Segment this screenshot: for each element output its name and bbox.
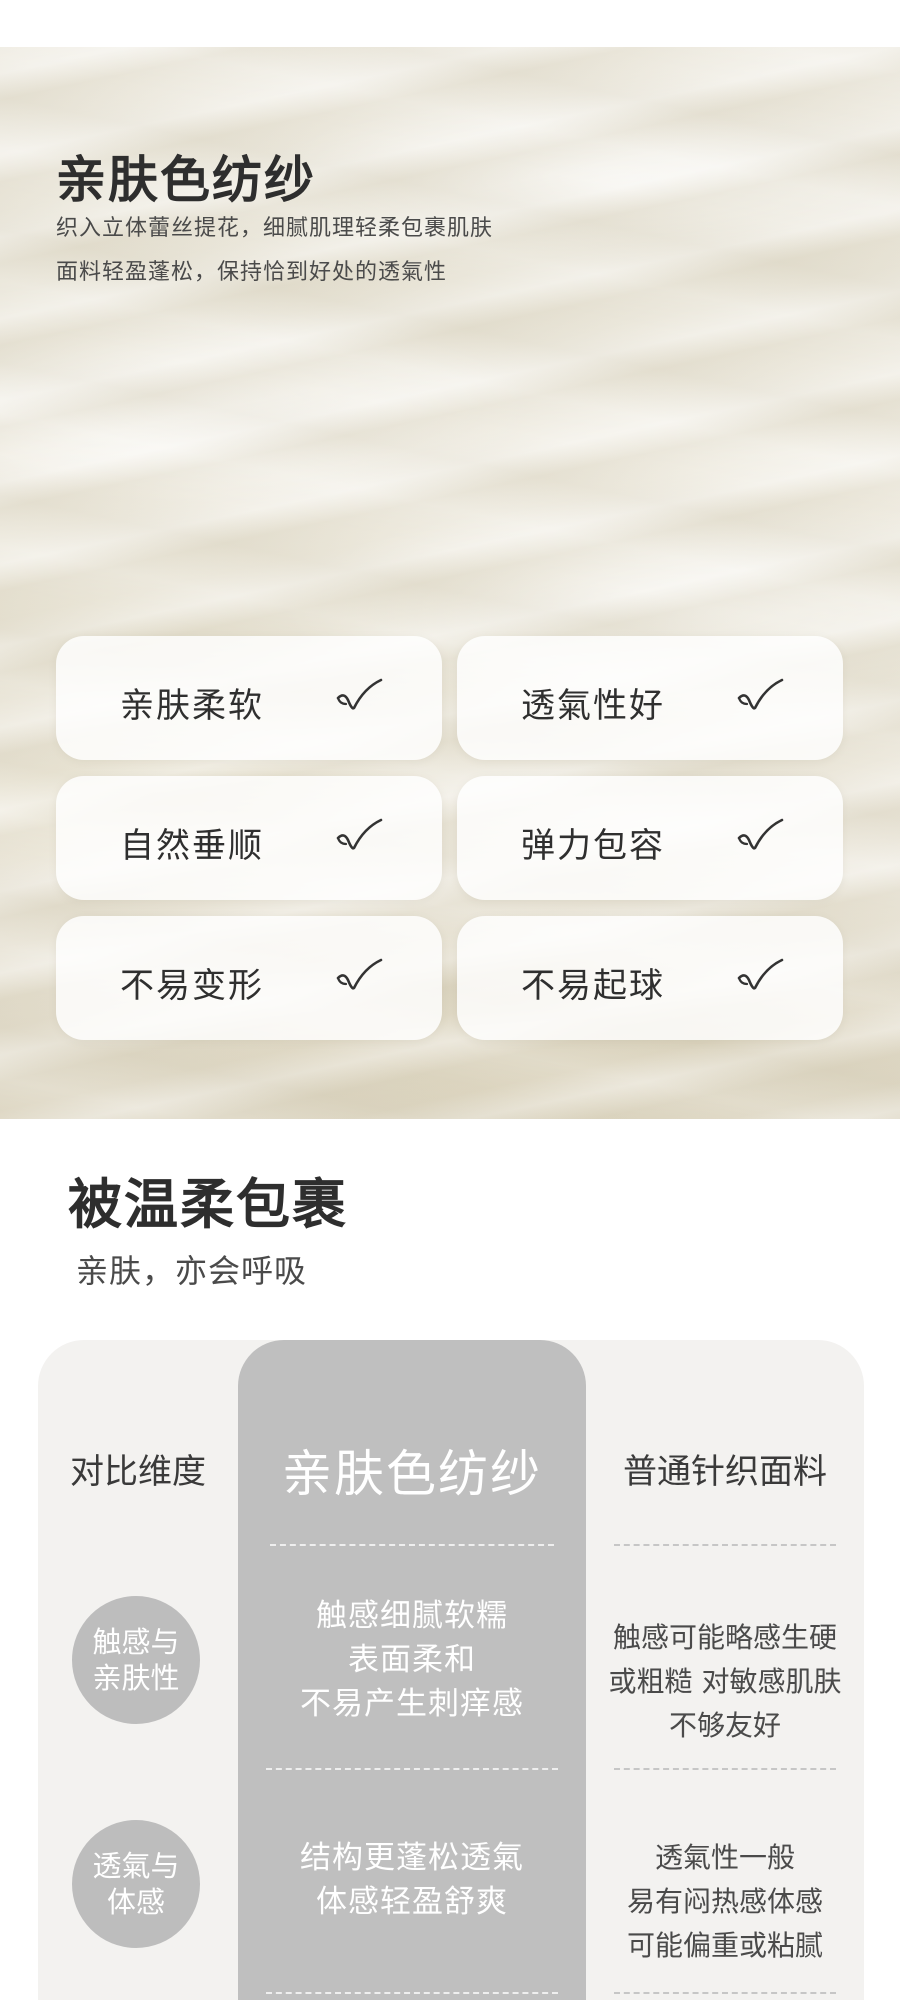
feature-label: 不易起球 <box>521 966 665 1006</box>
feature-card-elastic: 弹力包容 <box>457 776 843 900</box>
hero-description-line-2: 面料轻盈蓬松，保持恰到好处的透氣性 <box>56 260 448 285</box>
cell-line: 易有闷热感体感 <box>626 1885 823 1918</box>
check-icon <box>735 956 785 996</box>
main-cell-breathability: 结构更蓬松透氣 体感轻盈舒爽 <box>238 1836 586 1924</box>
feature-card-shape: 不易变形 <box>56 916 442 1040</box>
cell-line: 不够友好 <box>668 1709 781 1742</box>
divider <box>266 1768 558 1770</box>
divider <box>270 1544 554 1546</box>
feature-label: 弹力包容 <box>521 826 665 866</box>
main-cell-touch: 触感细腻软糯 表面柔和 不易产生刺痒感 <box>238 1594 586 1726</box>
divider <box>614 1768 836 1770</box>
dimension-label: 亲肤性 <box>92 1661 180 1695</box>
check-icon <box>334 676 384 716</box>
header-other-fabric: 普通针织面料 <box>623 1452 827 1492</box>
cell-line: 可能偏重或粘腻 <box>626 1929 823 1962</box>
dimension-badge-touch: 触感与 亲肤性 <box>72 1596 200 1724</box>
cell-line: 透氣性一般 <box>654 1841 795 1874</box>
other-cell-breathability: 透氣性一般 易有闷热感体感 可能偏重或粘腻 <box>586 1836 864 1968</box>
feature-label: 不易变形 <box>120 966 264 1006</box>
feature-label: 亲肤柔软 <box>120 686 264 726</box>
check-icon <box>735 816 785 856</box>
cell-line: 触感细腻软糯 <box>316 1598 508 1634</box>
dimension-label: 体感 <box>106 1885 165 1919</box>
cell-line: 体感轻盈舒爽 <box>316 1884 508 1920</box>
check-icon <box>735 676 785 716</box>
hero-title: 亲肤色纺纱 <box>56 151 316 209</box>
cell-line: 结构更蓬松透氣 <box>300 1840 524 1876</box>
cell-line: 表面柔和 <box>348 1642 476 1678</box>
header-main-fabric: 亲肤色纺纱 <box>282 1445 542 1503</box>
dimension-badge-breathability: 透氣与 体感 <box>72 1820 200 1948</box>
divider <box>614 1992 836 1994</box>
feature-label: 自然垂顺 <box>120 826 264 866</box>
cell-line: 触感可能略感生硬 <box>612 1621 837 1654</box>
divider <box>614 1544 836 1546</box>
header-dimension: 对比维度 <box>70 1452 206 1492</box>
feature-card-drape: 自然垂顺 <box>56 776 442 900</box>
dimension-label: 透氣与 <box>92 1849 180 1883</box>
feature-card-breathable: 透氣性好 <box>457 636 843 760</box>
section-title: 被温柔包裹 <box>68 1173 348 1236</box>
check-icon <box>334 816 384 856</box>
feature-card-soft: 亲肤柔软 <box>56 636 442 760</box>
feature-label: 透氣性好 <box>521 686 665 726</box>
cell-line: 或粗糙 对敏感肌肤 <box>608 1665 842 1698</box>
hero-description-line-1: 织入立体蕾丝提花，细腻肌理轻柔包裹肌肤 <box>56 216 494 241</box>
other-cell-touch: 触感可能略感生硬 或粗糙 对敏感肌肤 不够友好 <box>586 1616 864 1748</box>
section-subtitle: 亲肤，亦会呼吸 <box>76 1252 308 1290</box>
cell-line: 不易产生刺痒感 <box>300 1686 524 1722</box>
divider <box>266 1992 558 1994</box>
feature-card-pilling: 不易起球 <box>457 916 843 1040</box>
dimension-label: 触感与 <box>92 1625 180 1659</box>
check-icon <box>334 956 384 996</box>
